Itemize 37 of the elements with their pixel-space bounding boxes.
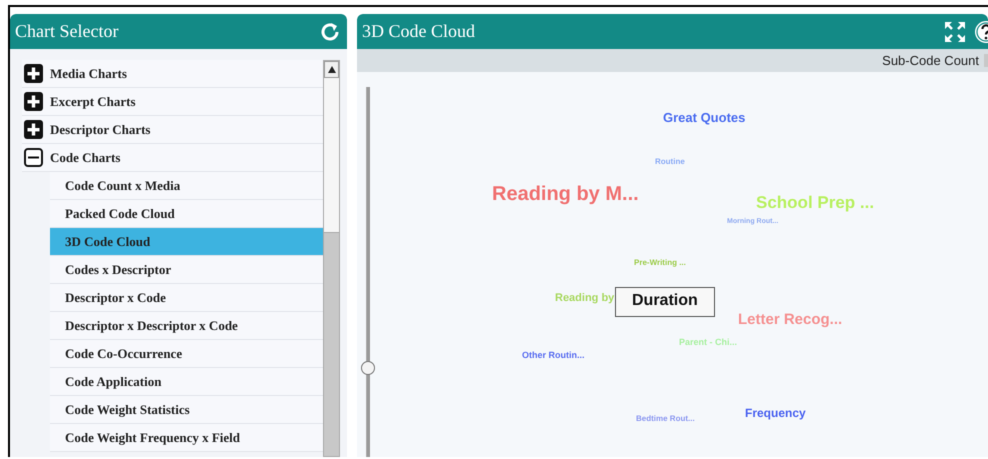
plus-icon[interactable] — [24, 64, 43, 83]
chart-option[interactable]: Code Count x Media — [50, 172, 323, 200]
plus-icon[interactable] — [24, 120, 43, 139]
chart-option[interactable]: Codes x Descriptor — [50, 256, 323, 284]
tooltip: Duration — [615, 287, 715, 317]
chart-option[interactable]: 3D Code Cloud — [50, 228, 323, 256]
tree-item[interactable]: Descriptor Charts — [22, 116, 323, 144]
tree-item-label: Media Charts — [50, 66, 127, 82]
chart-option[interactable]: Descriptor x Descriptor x Code — [50, 312, 323, 340]
chart-option[interactable]: Packed Code Cloud — [50, 200, 323, 228]
plus-icon[interactable] — [24, 92, 43, 111]
refresh-icon — [319, 20, 341, 42]
panel-title: 3D Code Cloud — [362, 21, 476, 42]
minus-icon[interactable] — [24, 148, 43, 167]
slider-thumb[interactable] — [361, 361, 375, 376]
tree-item[interactable]: Excerpt Charts — [22, 88, 323, 116]
cloud-word[interactable]: Frequency — [745, 406, 806, 420]
chart-option[interactable]: Descriptor x Code — [50, 284, 323, 312]
scrollbar[interactable] — [323, 60, 340, 457]
scroll-up-button[interactable] — [324, 61, 339, 78]
tree-item[interactable]: Code Charts — [22, 144, 323, 172]
tree-item-label: Excerpt Charts — [50, 94, 136, 110]
refresh-button[interactable] — [319, 20, 341, 42]
chart-option[interactable]: Code Co-Occurrence — [50, 340, 323, 368]
expand-icon — [944, 20, 966, 42]
panel-title: Chart Selector — [15, 21, 118, 42]
chart-option[interactable]: Code Application — [50, 368, 323, 396]
up-arrow-icon — [328, 66, 336, 73]
chart-option[interactable]: Code Weight Frequency x Field — [50, 424, 323, 452]
expand-button[interactable] — [944, 20, 966, 42]
tree-item[interactable]: Media Charts — [22, 60, 323, 88]
tree-item-label: Descriptor Charts — [50, 122, 150, 138]
toolbar-label: Sub-Code Count — [882, 53, 979, 68]
tree-item-label: Code Charts — [50, 150, 120, 166]
cloud-word[interactable]: Great Quotes — [663, 110, 746, 125]
chart-option[interactable]: Code Weight Statistics — [50, 396, 323, 424]
cloud-word[interactable]: Other Routin... — [522, 350, 584, 360]
